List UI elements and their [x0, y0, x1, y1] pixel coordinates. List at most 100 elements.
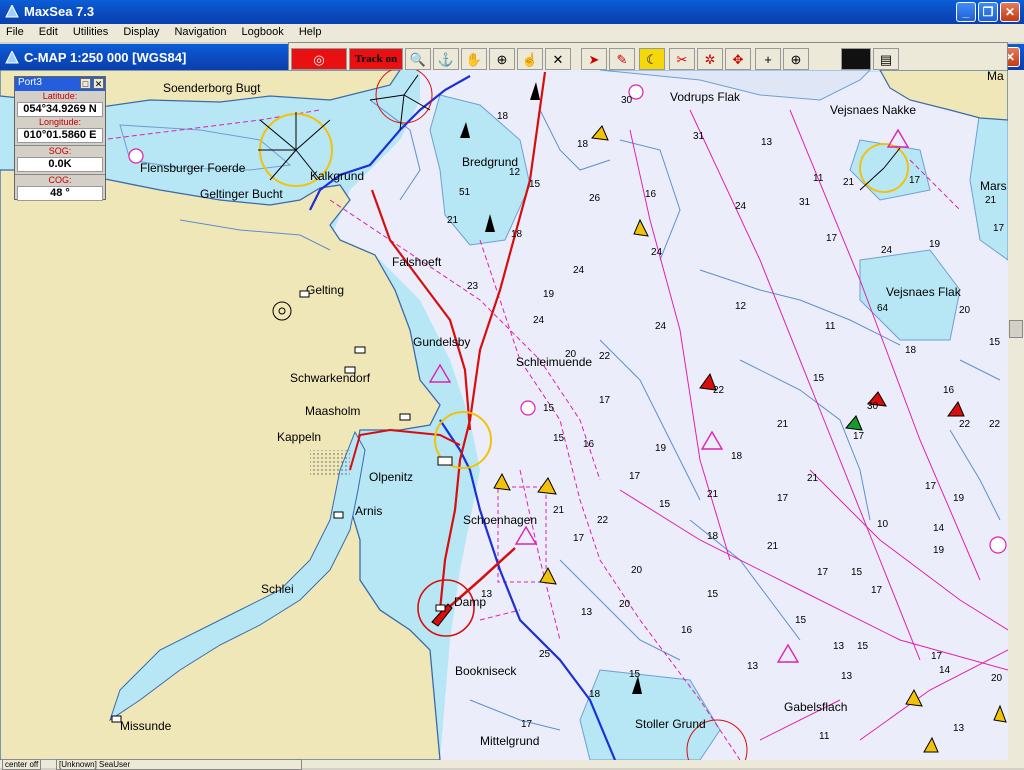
- maxsea-app-icon: [5, 5, 19, 18]
- center-status[interactable]: center off: [2, 759, 42, 770]
- label-kalkgrund: Kalkgrund: [310, 169, 364, 183]
- depth-sounding: 19: [929, 239, 941, 250]
- cog-label: COG:: [48, 175, 72, 185]
- latitude-label: Latitude:: [42, 91, 78, 101]
- sog-label: SOG:: [48, 146, 72, 156]
- menu-utilities[interactable]: Utilities: [67, 24, 114, 38]
- depth-sounding: 21: [985, 195, 997, 206]
- maximize-button[interactable]: ❐: [978, 2, 998, 22]
- center-target-icon: ⊕: [790, 51, 802, 67]
- depth-sounding: 30: [621, 95, 633, 106]
- target-record-icon: ◎: [313, 51, 325, 67]
- moon-button[interactable]: ☾: [639, 48, 665, 70]
- pan-hand-button[interactable]: ✋: [461, 48, 487, 70]
- depth-sounding: 17: [826, 233, 838, 244]
- label-schwarkendorf: Schwarkendorf: [290, 371, 371, 385]
- spider-icon: ✲: [704, 51, 716, 67]
- color-swatch[interactable]: [841, 48, 871, 70]
- menu-edit[interactable]: Edit: [33, 24, 64, 38]
- depth-sounding: 15: [543, 403, 555, 414]
- select-button[interactable]: ➤: [581, 48, 607, 70]
- marsh-area: [310, 450, 350, 475]
- depth-sounding: 10: [877, 519, 889, 530]
- label-gabelsflach: Gabelsflach: [784, 700, 847, 714]
- depth-sounding: 13: [953, 723, 965, 734]
- label-damp: Damp: [454, 595, 486, 609]
- app-title: MaxSea 7.3: [24, 4, 95, 19]
- depth-sounding: 13: [747, 661, 759, 672]
- label-missunde: Missunde: [120, 719, 172, 733]
- center-button[interactable]: ⊕: [783, 48, 809, 70]
- depth-sounding: 25: [539, 649, 551, 660]
- depth-sounding: 17: [777, 493, 789, 504]
- app-title-bar: MaxSea 7.3 _ ❐ ✕: [0, 0, 1024, 24]
- anchor-button[interactable]: ⚓: [433, 48, 459, 70]
- depth-sounding: 16: [681, 625, 693, 636]
- port-info-panel: Port3 □ ✕ Latitude: 054°34.9269 N Longit…: [14, 76, 106, 201]
- depth-sounding: 18: [589, 689, 601, 700]
- spider-button[interactable]: ✲: [697, 48, 723, 70]
- depth-sounding: 15: [629, 669, 641, 680]
- measure-icon: ✕: [552, 51, 564, 67]
- hand-icon: ✋: [465, 51, 483, 67]
- depth-sounding: 24: [651, 247, 663, 258]
- port-panel-header: Port3 □ ✕: [15, 77, 105, 91]
- longitude-value: 010°01.5860 E: [17, 128, 103, 143]
- depth-sounding: 18: [731, 451, 743, 462]
- moon-icon: ☾: [646, 51, 658, 67]
- port-panel-minimize-button[interactable]: □: [80, 78, 91, 89]
- scrollbar-thumb[interactable]: [1009, 320, 1023, 338]
- port-panel-title: Port3: [18, 77, 42, 88]
- depth-sounding: 15: [857, 641, 869, 652]
- depth-sounding: 17: [521, 719, 533, 730]
- menu-display[interactable]: Display: [117, 24, 165, 38]
- depth-sounding: 15: [989, 337, 1001, 348]
- chart-canvas[interactable]: 1818121551262118232419243031132416242412…: [0, 70, 1008, 760]
- depth-sounding: 15: [707, 589, 719, 600]
- port-panel-close-button[interactable]: ✕: [93, 78, 104, 89]
- move-icon: ✥: [732, 51, 744, 67]
- depth-sounding: 24: [533, 315, 545, 326]
- depth-sounding: 19: [933, 545, 945, 556]
- move-button[interactable]: ✥: [725, 48, 751, 70]
- zoom-button[interactable]: 🔍: [405, 48, 431, 70]
- depth-sounding: 17: [993, 223, 1005, 234]
- pen-button[interactable]: ✎: [609, 48, 635, 70]
- depth-sounding: 24: [655, 321, 667, 332]
- depth-sounding: 13: [761, 137, 773, 148]
- grab-button[interactable]: ☝: [517, 48, 543, 70]
- label-mars: Mars: [980, 179, 1007, 193]
- depth-sounding: 23: [467, 281, 479, 292]
- cut-button[interactable]: ✂: [669, 48, 695, 70]
- depth-sounding: 21: [767, 541, 779, 552]
- label-schlei: Schlei: [261, 582, 294, 596]
- record-button[interactable]: ◎: [291, 48, 347, 70]
- menu-file[interactable]: File: [0, 24, 30, 38]
- depth-sounding: 17: [909, 175, 921, 186]
- menu-help[interactable]: Help: [293, 24, 328, 38]
- depth-sounding: 17: [853, 431, 865, 442]
- nautical-chart[interactable]: 18 18 12 15 51 26 21 18 23 24 19 24 30 31 13 24 16 24 24 12…: [0, 70, 1008, 760]
- layers-button[interactable]: ▤: [873, 48, 899, 70]
- menu-logbook[interactable]: Logbook: [236, 24, 290, 38]
- depth-sounding: 11: [813, 173, 824, 184]
- vertical-scrollbar[interactable]: [1008, 70, 1024, 760]
- label-maasholm: Maasholm: [305, 404, 360, 418]
- cog-value: 48 °: [17, 186, 103, 201]
- crosshair-icon: ⊕: [496, 51, 508, 67]
- depth-sounding: 12: [735, 301, 747, 312]
- depth-sounding: 17: [629, 471, 641, 482]
- depth-sounding: 19: [953, 493, 965, 504]
- measure-button[interactable]: ✕: [545, 48, 571, 70]
- plus-button[interactable]: +: [755, 48, 781, 70]
- crosshair-button[interactable]: ⊕: [489, 48, 515, 70]
- close-button[interactable]: ✕: [1000, 2, 1020, 22]
- depth-sounding: 21: [843, 177, 855, 188]
- label-falshoeft: Falshoeft: [392, 255, 442, 269]
- minimize-button[interactable]: _: [956, 2, 976, 22]
- depth-sounding: 22: [959, 419, 971, 430]
- track-on-button[interactable]: Track on: [349, 48, 403, 70]
- label-mittelgrund: Mittelgrund: [480, 734, 539, 748]
- menu-navigation[interactable]: Navigation: [168, 24, 232, 38]
- depth-sounding: 15: [529, 179, 541, 190]
